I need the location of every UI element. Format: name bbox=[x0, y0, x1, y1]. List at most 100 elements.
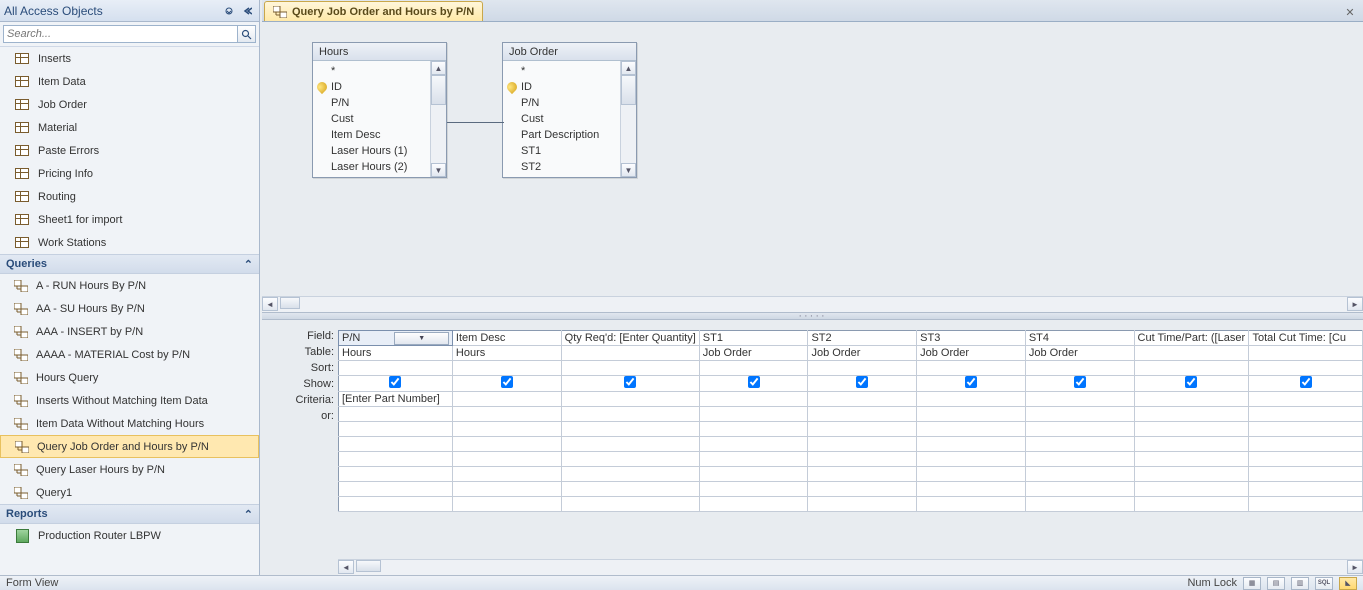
search-button[interactable] bbox=[238, 25, 256, 43]
grid-cell-table[interactable] bbox=[1249, 346, 1363, 361]
scroll-down-icon[interactable]: ▼ bbox=[621, 163, 636, 177]
grid-cell-or[interactable] bbox=[1249, 407, 1363, 422]
grid-cell-blank[interactable] bbox=[452, 452, 561, 467]
grid-cell-blank[interactable] bbox=[561, 497, 699, 512]
grid-cell-blank[interactable] bbox=[339, 422, 453, 437]
pivot-table-view-button[interactable]: ▤ bbox=[1267, 577, 1285, 590]
grid-cell-table[interactable]: Hours bbox=[452, 346, 561, 361]
grid-cell-sort[interactable] bbox=[917, 361, 1026, 376]
grid-cell-blank[interactable] bbox=[1134, 452, 1249, 467]
grid-cell-field[interactable]: ST2 bbox=[808, 331, 917, 346]
grid-cell-blank[interactable] bbox=[1249, 437, 1363, 452]
nav-query-item[interactable]: Inserts Without Matching Item Data bbox=[0, 389, 259, 412]
grid-cell-blank[interactable] bbox=[1025, 482, 1134, 497]
grid-cell-blank[interactable] bbox=[1134, 422, 1249, 437]
grid-cell-blank[interactable] bbox=[1249, 467, 1363, 482]
grid-cell-blank[interactable] bbox=[699, 452, 808, 467]
grid-cell-blank[interactable] bbox=[1025, 467, 1134, 482]
grid-cell-blank[interactable] bbox=[339, 482, 453, 497]
show-checkbox[interactable] bbox=[1300, 376, 1312, 388]
nav-filter-dropdown-icon[interactable] bbox=[221, 3, 237, 19]
grid-cell-show[interactable] bbox=[339, 376, 453, 392]
nav-query-item[interactable]: AAA - INSERT by P/N bbox=[0, 320, 259, 343]
scroll-thumb[interactable] bbox=[431, 75, 446, 105]
nav-table-item[interactable]: Material bbox=[0, 116, 259, 139]
field-row[interactable]: Cust bbox=[503, 111, 620, 127]
grid-cell-blank[interactable] bbox=[699, 482, 808, 497]
grid-cell-sort[interactable] bbox=[808, 361, 917, 376]
grid-cell-blank[interactable] bbox=[1249, 452, 1363, 467]
scroll-up-icon[interactable]: ▲ bbox=[431, 61, 446, 75]
diagram-table-box[interactable]: Job Order*IDP/NCustPart DescriptionST1ST… bbox=[502, 42, 637, 178]
grid-cell-blank[interactable] bbox=[699, 422, 808, 437]
nav-table-item[interactable]: Routing bbox=[0, 185, 259, 208]
grid-cell-table[interactable] bbox=[1134, 346, 1249, 361]
grid-cell-blank[interactable] bbox=[561, 467, 699, 482]
grid-cell-blank[interactable] bbox=[917, 467, 1026, 482]
nav-collapse-icon[interactable] bbox=[239, 3, 255, 19]
nav-queries-header[interactable]: Queries⌃ bbox=[0, 254, 259, 274]
scroll-thumb[interactable] bbox=[356, 560, 381, 572]
grid-cell-criteria[interactable] bbox=[917, 392, 1026, 407]
grid-cell-blank[interactable] bbox=[1249, 482, 1363, 497]
grid-cell-criteria[interactable] bbox=[452, 392, 561, 407]
nav-table-item[interactable]: Pricing Info bbox=[0, 162, 259, 185]
scroll-right-icon[interactable]: ► bbox=[1347, 297, 1363, 311]
grid-cell-blank[interactable] bbox=[808, 467, 917, 482]
table-scrollbar[interactable]: ▲▼ bbox=[430, 61, 446, 177]
grid-cell-blank[interactable] bbox=[808, 497, 917, 512]
nav-table-item[interactable]: Sheet1 for import bbox=[0, 208, 259, 231]
grid-cell-or[interactable] bbox=[452, 407, 561, 422]
design-view-button[interactable]: ◣ bbox=[1339, 577, 1357, 590]
field-row[interactable]: ST1 bbox=[503, 143, 620, 159]
grid-cell-blank[interactable] bbox=[1134, 467, 1249, 482]
grid-cell-blank[interactable] bbox=[339, 467, 453, 482]
nav-query-item[interactable]: AA - SU Hours By P/N bbox=[0, 297, 259, 320]
grid-cell-field[interactable]: ST4 bbox=[1025, 331, 1134, 346]
grid-cell-blank[interactable] bbox=[917, 437, 1026, 452]
field-row[interactable]: Part Description bbox=[503, 127, 620, 143]
grid-cell-blank[interactable] bbox=[917, 422, 1026, 437]
grid-cell-blank[interactable] bbox=[339, 437, 453, 452]
diagram-table-box[interactable]: Hours*IDP/NCustItem DescLaser Hours (1)L… bbox=[312, 42, 447, 178]
nav-table-item[interactable]: Job Order bbox=[0, 93, 259, 116]
field-row[interactable]: ID bbox=[503, 79, 620, 95]
nav-table-item[interactable]: Work Stations bbox=[0, 231, 259, 254]
grid-cell-table[interactable]: Hours bbox=[339, 346, 453, 361]
grid-cell-blank[interactable] bbox=[808, 422, 917, 437]
grid-cell-sort[interactable] bbox=[699, 361, 808, 376]
show-checkbox[interactable] bbox=[1074, 376, 1086, 388]
scroll-right-icon[interactable]: ► bbox=[1347, 560, 1363, 574]
grid-horizontal-scrollbar[interactable]: ◄ ► bbox=[338, 559, 1363, 575]
tab-query-job-order[interactable]: Query Job Order and Hours by P/N bbox=[264, 1, 483, 21]
nav-query-item[interactable]: Query Laser Hours by P/N bbox=[0, 458, 259, 481]
show-checkbox[interactable] bbox=[748, 376, 760, 388]
grid-cell-field[interactable]: Total Cut Time: [Cu bbox=[1249, 331, 1363, 346]
grid-cell-blank[interactable] bbox=[1025, 497, 1134, 512]
grid-cell-field[interactable]: Cut Time/Part: ([Laser bbox=[1134, 331, 1249, 346]
grid-cell-field[interactable]: ST1 bbox=[699, 331, 808, 346]
grid-cell-blank[interactable] bbox=[1134, 482, 1249, 497]
table-box-title[interactable]: Hours bbox=[313, 43, 446, 61]
grid-cell-blank[interactable] bbox=[917, 497, 1026, 512]
grid-cell-sort[interactable] bbox=[452, 361, 561, 376]
field-row[interactable]: Item Desc bbox=[313, 127, 430, 143]
grid-cell-criteria[interactable] bbox=[808, 392, 917, 407]
grid-cell-blank[interactable] bbox=[1249, 422, 1363, 437]
grid-cell-show[interactable] bbox=[1025, 376, 1134, 392]
grid-cell-sort[interactable] bbox=[1249, 361, 1363, 376]
grid-cell-blank[interactable] bbox=[1249, 497, 1363, 512]
nav-table-item[interactable]: Inserts bbox=[0, 47, 259, 70]
grid-cell-or[interactable] bbox=[561, 407, 699, 422]
grid-cell-blank[interactable] bbox=[339, 452, 453, 467]
grid-cell-table[interactable]: Job Order bbox=[1025, 346, 1134, 361]
nav-header[interactable]: All Access Objects bbox=[0, 0, 259, 22]
scroll-thumb[interactable] bbox=[280, 297, 300, 309]
grid-cell-or[interactable] bbox=[1025, 407, 1134, 422]
scroll-thumb[interactable] bbox=[621, 75, 636, 105]
grid-cell-show[interactable] bbox=[452, 376, 561, 392]
grid-cell-or[interactable] bbox=[808, 407, 917, 422]
field-row[interactable]: ID bbox=[313, 79, 430, 95]
grid-cell-criteria[interactable] bbox=[1249, 392, 1363, 407]
grid-cell-or[interactable] bbox=[1134, 407, 1249, 422]
